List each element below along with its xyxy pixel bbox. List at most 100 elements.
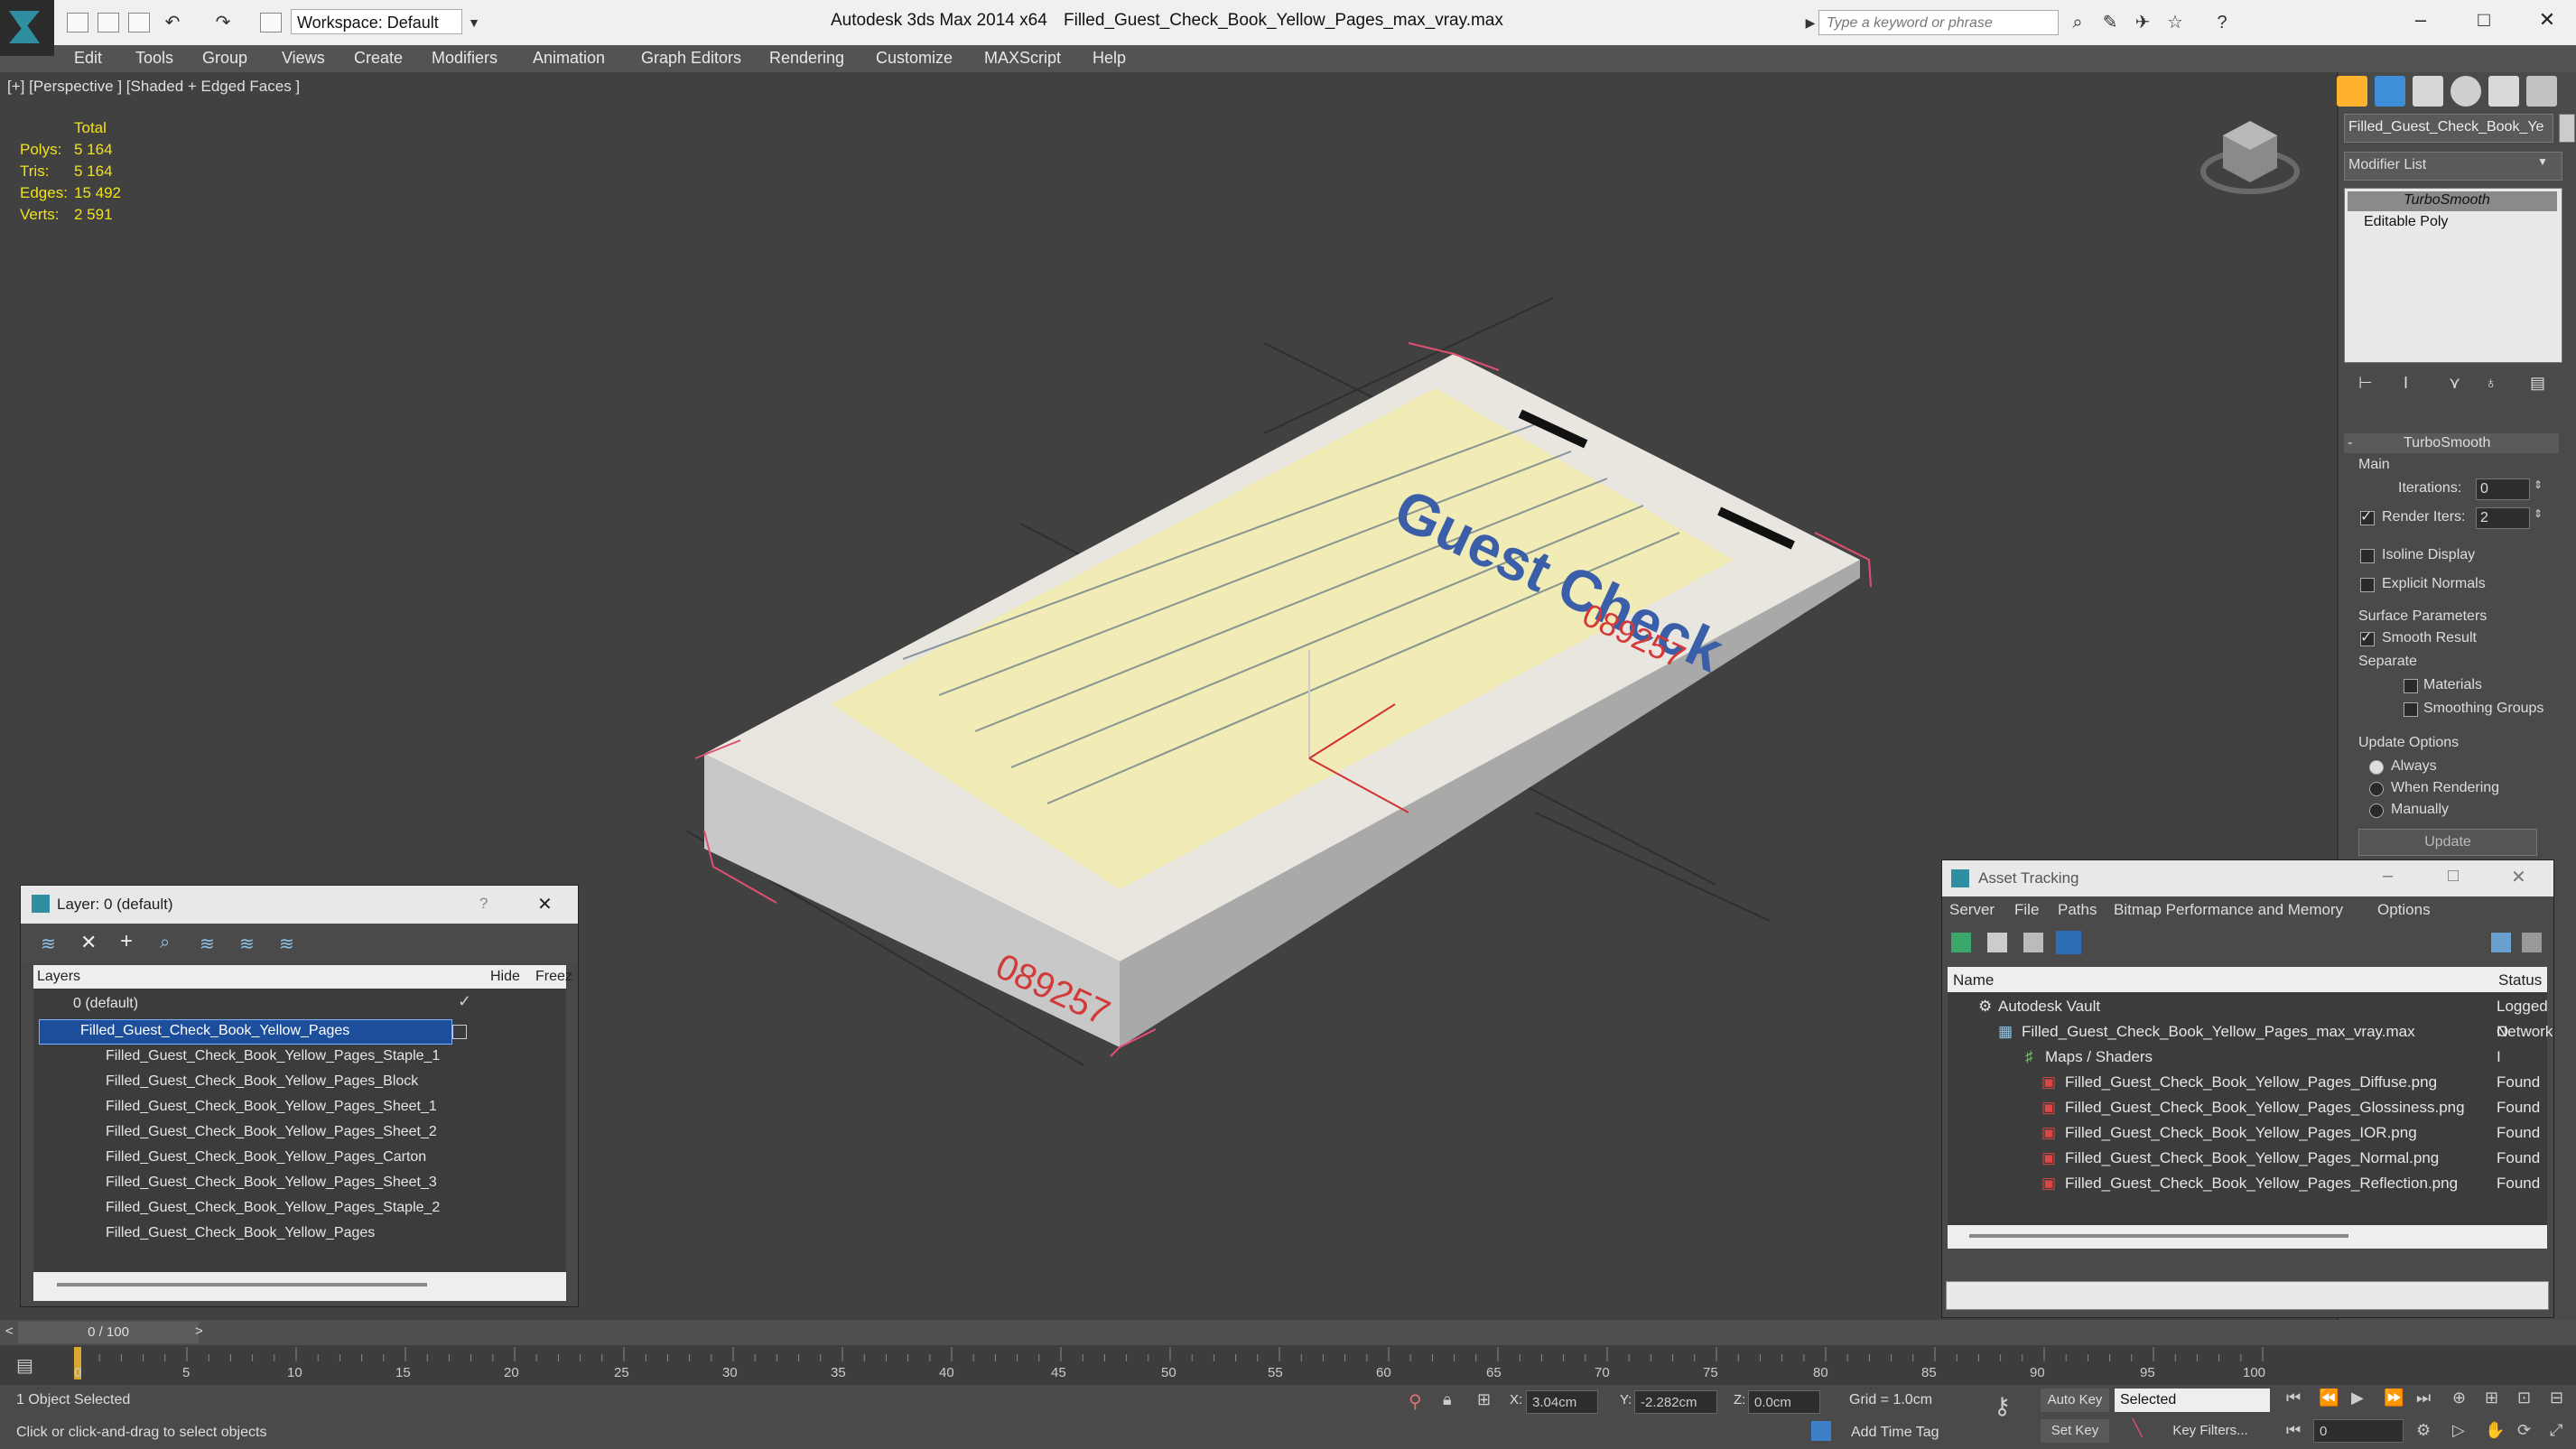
favorites-icon[interactable]: ☆ bbox=[2165, 13, 2185, 33]
hide-all-icon[interactable]: ≋ bbox=[239, 933, 255, 955]
save-file-icon[interactable] bbox=[128, 13, 150, 33]
y-coordinate-field[interactable]: -2.282cm bbox=[1634, 1390, 1717, 1414]
app-logo[interactable] bbox=[0, 0, 54, 56]
show-end-result-icon[interactable]: I bbox=[2404, 374, 2408, 393]
lock-selection-icon[interactable]: 🔒︎ bbox=[1443, 1390, 1452, 1409]
menu-help[interactable]: Help bbox=[1093, 49, 1126, 68]
spinner-arrows-icon[interactable]: ⇕ bbox=[2534, 507, 2543, 520]
asset-row[interactable]: Autodesk Vault bbox=[1998, 994, 2100, 1019]
refresh-icon[interactable] bbox=[1951, 933, 1971, 952]
time-slider-thumb[interactable]: 0 / 100 bbox=[18, 1322, 199, 1343]
create-tab-icon[interactable] bbox=[2337, 76, 2367, 107]
layer-object-row[interactable]: Filled_Guest_Check_Book_Yellow_Pages_She… bbox=[33, 1095, 485, 1119]
search-expand-icon[interactable]: ▶ bbox=[1800, 13, 1820, 33]
layer-object-row[interactable]: Filled_Guest_Check_Book_Yellow_Pages_She… bbox=[33, 1120, 485, 1144]
delete-layer-icon[interactable]: ✕ bbox=[80, 931, 97, 954]
current-frame-field[interactable]: 0 bbox=[2313, 1419, 2404, 1443]
modifier-list-dropdown[interactable]: Modifier List bbox=[2344, 152, 2562, 181]
asset-row[interactable]: Filled_Guest_Check_Book_Yellow_Pages_Ref… bbox=[2065, 1171, 2458, 1196]
isolate-selection-icon[interactable]: ⚲ bbox=[1409, 1390, 1422, 1413]
asset-row[interactable]: Filled_Guest_Check_Book_Yellow_Pages_Nor… bbox=[2065, 1146, 2439, 1171]
open-file-icon[interactable] bbox=[98, 13, 119, 33]
freeze-all-icon[interactable]: ≋ bbox=[279, 933, 294, 955]
layer-row[interactable]: 0 (default) bbox=[33, 992, 525, 1016]
iterations-spinner[interactable]: 0 bbox=[2476, 478, 2530, 500]
layer-scrollbar[interactable] bbox=[33, 1272, 566, 1301]
isoline-checkbox[interactable] bbox=[2360, 549, 2375, 563]
viewcube[interactable] bbox=[2194, 108, 2302, 208]
spinner-arrows-icon[interactable]: ⇕ bbox=[2534, 478, 2543, 491]
set-key-button[interactable]: Set Key bbox=[2041, 1419, 2109, 1443]
manually-radio[interactable] bbox=[2369, 803, 2384, 818]
materials-checkbox[interactable] bbox=[2404, 679, 2418, 693]
viewport-label[interactable]: [+] [Perspective ] [Shaded + Edged Faces… bbox=[7, 78, 300, 96]
help-icon[interactable]: ? bbox=[2212, 13, 2232, 33]
asset-row[interactable]: Filled_Guest_Check_Book_Yellow_Pages_Glo… bbox=[2065, 1095, 2465, 1120]
x-coordinate-field[interactable]: 3.04cm bbox=[1526, 1390, 1598, 1414]
render-iters-spinner[interactable]: 2 bbox=[2476, 507, 2530, 529]
asset-menu-options[interactable]: Options bbox=[2377, 901, 2431, 919]
col-freeze[interactable]: Freez bbox=[535, 969, 572, 985]
binoculars-icon[interactable]: ⌕ bbox=[2068, 13, 2088, 33]
col-hide[interactable]: Hide bbox=[490, 969, 520, 985]
object-name-field[interactable]: Filled_Guest_Check_Book_Ye bbox=[2344, 114, 2553, 143]
menu-graph-editors[interactable]: Graph Editors bbox=[641, 49, 741, 68]
menu-maxscript[interactable]: MAXScript bbox=[984, 49, 1061, 68]
project-folder-icon[interactable] bbox=[260, 13, 282, 33]
stack-item-editable-poly[interactable]: Editable Poly bbox=[2364, 214, 2448, 230]
scrollbar-thumb[interactable] bbox=[1969, 1234, 2348, 1238]
chevron-down-icon[interactable]: ▼ bbox=[2537, 155, 2548, 168]
highlight-layer-icon[interactable]: ≋ bbox=[200, 933, 215, 955]
asset-row[interactable]: Filled_Guest_Check_Book_Yellow_Pages_IOR… bbox=[2065, 1120, 2417, 1146]
menu-rendering[interactable]: Rendering bbox=[769, 49, 844, 68]
add-time-tag[interactable]: Add Time Tag bbox=[1851, 1425, 1939, 1441]
object-color-swatch[interactable] bbox=[2559, 114, 2575, 143]
asset-menu-paths[interactable]: Paths bbox=[2058, 901, 2097, 919]
rollout-collapse-icon[interactable]: - bbox=[2348, 435, 2352, 451]
asset-row[interactable]: Filled_Guest_Check_Book_Yellow_Pages_max… bbox=[2022, 1019, 2415, 1045]
asset-row[interactable]: Filled_Guest_Check_Book_Yellow_Pages_Dif… bbox=[2065, 1070, 2437, 1095]
time-tag-icon[interactable] bbox=[1811, 1421, 1831, 1441]
new-file-icon[interactable] bbox=[67, 13, 88, 33]
utilities-tab-icon[interactable] bbox=[2526, 76, 2557, 107]
menu-customize[interactable]: Customize bbox=[876, 49, 953, 68]
create-layer-icon[interactable]: ≋ bbox=[41, 933, 56, 955]
close-button[interactable]: ✕ bbox=[2525, 4, 2570, 36]
next-frame-button[interactable]: > bbox=[195, 1324, 203, 1339]
asset-menu-file[interactable]: File bbox=[2014, 901, 2039, 919]
menu-animation[interactable]: Animation bbox=[533, 49, 605, 68]
key-icon[interactable]: ⚷ bbox=[1994, 1392, 2011, 1420]
add-to-layer-icon[interactable]: + bbox=[120, 929, 133, 954]
zoom-extents-all-icon[interactable]: ⊟ bbox=[2550, 1389, 2563, 1407]
asset-minimize-button[interactable]: – bbox=[2383, 866, 2393, 887]
menu-views[interactable]: Views bbox=[282, 49, 325, 68]
table-view-icon[interactable] bbox=[2056, 931, 2081, 954]
layer-object-row[interactable]: Filled_Guest_Check_Book_Yellow_Pages bbox=[33, 1221, 485, 1245]
dropdown-arrow-icon[interactable]: ▼ bbox=[464, 13, 484, 33]
z-coordinate-field[interactable]: 0.0cm bbox=[1748, 1390, 1820, 1414]
time-config-icon[interactable]: ⚙ bbox=[2416, 1421, 2431, 1440]
zoom-icon[interactable]: ⊕ bbox=[2452, 1389, 2466, 1407]
layer-object-row[interactable]: Filled_Guest_Check_Book_Yellow_Pages_Blo… bbox=[33, 1070, 485, 1093]
display-tab-icon[interactable] bbox=[2488, 76, 2519, 107]
undo-icon[interactable]: ↶ bbox=[163, 13, 182, 33]
menu-edit[interactable]: Edit bbox=[74, 49, 102, 68]
play-icon[interactable]: ▶ bbox=[2351, 1389, 2364, 1407]
key-mode-dropdown[interactable]: Selected bbox=[2115, 1389, 2270, 1412]
time-slider[interactable]: < 0 / 100 > bbox=[0, 1320, 2576, 1345]
field-of-view-icon[interactable]: ▷ bbox=[2452, 1421, 2465, 1440]
layer-object-row[interactable]: Filled_Guest_Check_Book_Yellow_Pages_Sta… bbox=[33, 1196, 485, 1220]
remove-modifier-icon[interactable]: ♁ bbox=[2485, 374, 2497, 393]
col-name[interactable]: Name bbox=[1953, 971, 1994, 989]
update-button[interactable]: Update bbox=[2358, 829, 2537, 856]
zoom-extents-icon[interactable]: ⊡ bbox=[2517, 1389, 2531, 1407]
asset-path-field[interactable] bbox=[1946, 1281, 2549, 1310]
when-rendering-radio[interactable] bbox=[2369, 782, 2384, 796]
communication-icon[interactable]: ✈ bbox=[2133, 13, 2153, 33]
list-view-icon[interactable] bbox=[1987, 933, 2007, 952]
pin-stack-icon[interactable]: ⊢ bbox=[2358, 374, 2373, 393]
layer-window-header[interactable]: Layer: 0 (default) ? ✕ bbox=[21, 886, 578, 924]
workspace-dropdown[interactable]: Workspace: Default bbox=[291, 9, 462, 34]
configure-sets-icon[interactable]: ▤ bbox=[2530, 374, 2545, 393]
tree-view-icon[interactable] bbox=[2023, 933, 2043, 952]
